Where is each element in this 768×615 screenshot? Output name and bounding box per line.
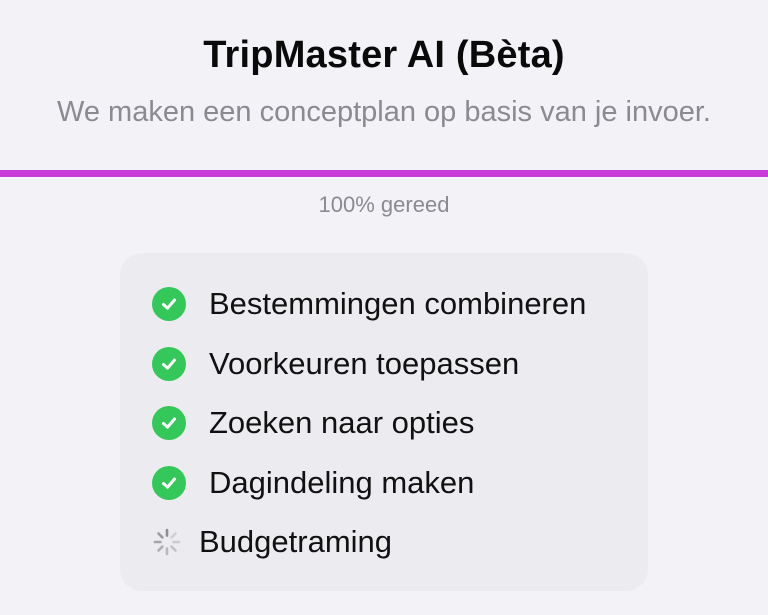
progress-label: 100% gereed (318, 192, 450, 217)
page-subtitle: We maken een conceptplan op basis van je… (57, 96, 711, 128)
steps-card: Bestemmingen combineren Voorkeuren toepa… (120, 253, 648, 591)
step-item: Dagindeling maken (152, 463, 474, 503)
step-label: Zoeken naar opties (209, 405, 475, 440)
step-label: Budgetraming (199, 524, 393, 559)
step-item: Zoeken naar opties (152, 403, 474, 443)
step-label: Dagindeling maken (209, 465, 475, 500)
checkmark-circle-icon (152, 466, 186, 500)
step-item: Bestemmingen combineren (152, 284, 586, 324)
step-label: Bestemmingen combineren (209, 286, 587, 321)
checkmark-circle-icon (152, 406, 186, 440)
spinner-icon (152, 527, 182, 557)
progress-bar-fill (0, 170, 768, 177)
progress-bar (0, 170, 768, 177)
step-item: Voorkeuren toepassen (152, 344, 519, 384)
step-item: Budgetraming (152, 522, 392, 562)
step-label: Voorkeuren toepassen (209, 346, 520, 381)
page-title: TripMaster AI (Bèta) (203, 34, 565, 76)
checkmark-circle-icon (152, 347, 186, 381)
checkmark-circle-icon (152, 287, 186, 321)
